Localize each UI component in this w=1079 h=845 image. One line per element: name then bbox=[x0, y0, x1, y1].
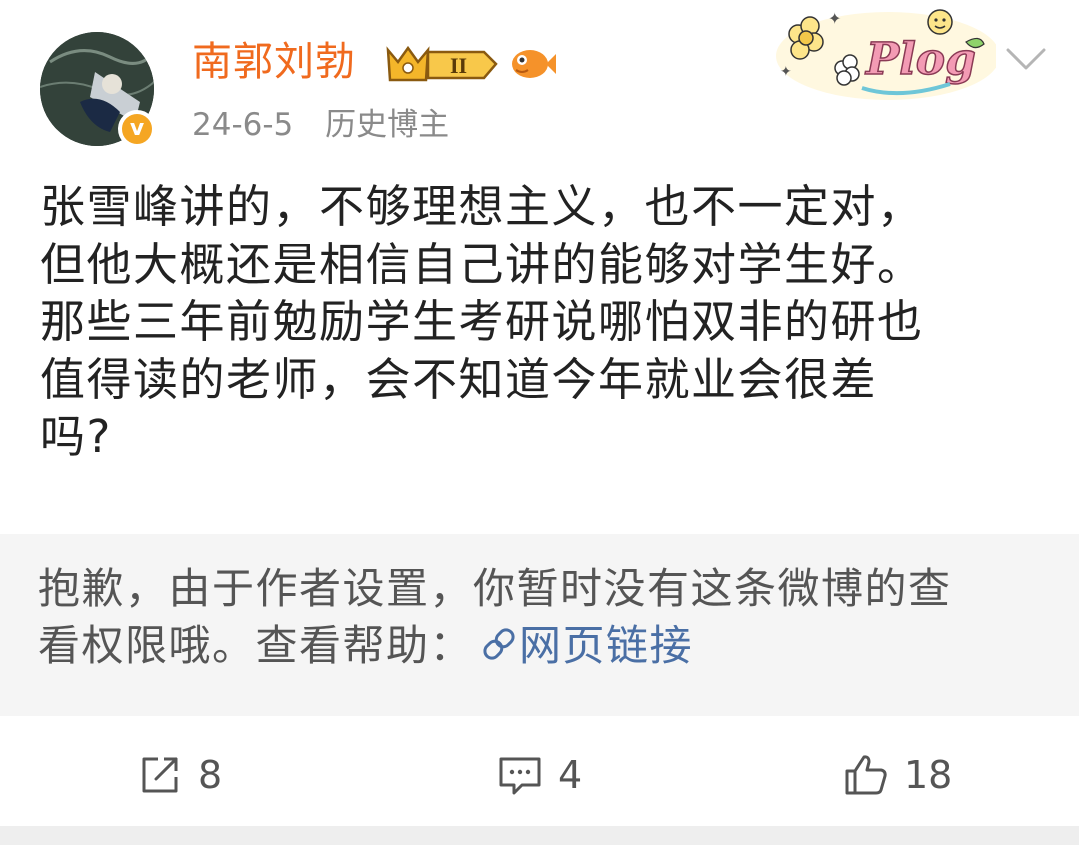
web-link[interactable]: 网页链接 bbox=[473, 621, 693, 670]
post-text-line: 那些三年前勉励学生考研说哪怕双非的研也 bbox=[40, 295, 924, 348]
author-category: 历史博主 bbox=[325, 107, 450, 143]
thumbs-up-icon bbox=[845, 755, 887, 795]
notice-line: 抱歉，由于作者设置，你暂时没有这条微博的查 bbox=[38, 564, 952, 613]
plog-decoration: Plog ✦ ✦ bbox=[770, 4, 1000, 108]
fish-emoji-icon bbox=[508, 40, 556, 88]
like-button[interactable]: 18 bbox=[842, 750, 952, 800]
svg-text:✦: ✦ bbox=[780, 64, 792, 80]
comment-icon bbox=[499, 757, 541, 795]
post-meta: 24-6-5 历史博主 bbox=[192, 104, 471, 146]
author-name[interactable]: 南郭刘勃 bbox=[192, 36, 356, 88]
post-date: 24-6-5 bbox=[192, 107, 294, 143]
bottom-divider bbox=[0, 826, 1079, 845]
post-text-line: 值得读的老师，会不知道今年就业会很差 bbox=[40, 352, 878, 406]
repost-button[interactable]: 8 bbox=[136, 750, 222, 800]
notice-text: 抱歉，由于作者设置，你暂时没有这条微博的查 看权限哦。查看帮助： 网页链接 bbox=[38, 560, 1048, 674]
post-actions-bar: 8 4 18 bbox=[0, 730, 1079, 820]
post-text: 张雪峰讲的，不够理想主义，也不一定对， 但他大概还是相信自己讲的能够对学生好。 … bbox=[40, 178, 1050, 466]
post-text-line: 吗? bbox=[40, 410, 112, 463]
plog-text: Plog bbox=[864, 34, 976, 85]
web-link-label: 网页链接 bbox=[519, 621, 694, 670]
notice-line-prefix: 看权限哦。查看帮助： bbox=[38, 621, 474, 670]
member-crown-badge[interactable]: II bbox=[384, 42, 500, 90]
notice-line-2: 看权限哦。查看帮助： 网页链接 bbox=[38, 617, 1048, 674]
svg-text:✦: ✦ bbox=[828, 9, 841, 28]
verified-badge-icon: v bbox=[118, 110, 156, 148]
post-header: v 南郭刘勃 II 24-6-5 历史博主 Plog ✦ ✦ bbox=[0, 0, 1079, 160]
like-count: 18 bbox=[904, 753, 953, 797]
chevron-down-icon[interactable] bbox=[1004, 44, 1048, 78]
comment-count: 4 bbox=[558, 753, 583, 797]
link-icon bbox=[483, 628, 515, 660]
repost-icon bbox=[142, 757, 178, 793]
post-text-line: 但他大概还是相信自己讲的能够对学生好。 bbox=[40, 237, 924, 291]
comment-button[interactable]: 4 bbox=[496, 750, 582, 800]
post-text-line: 张雪峰讲的，不够理想主义，也不一定对， bbox=[40, 180, 924, 233]
member-level-label: II bbox=[450, 53, 467, 78]
repost-count: 8 bbox=[198, 753, 223, 797]
